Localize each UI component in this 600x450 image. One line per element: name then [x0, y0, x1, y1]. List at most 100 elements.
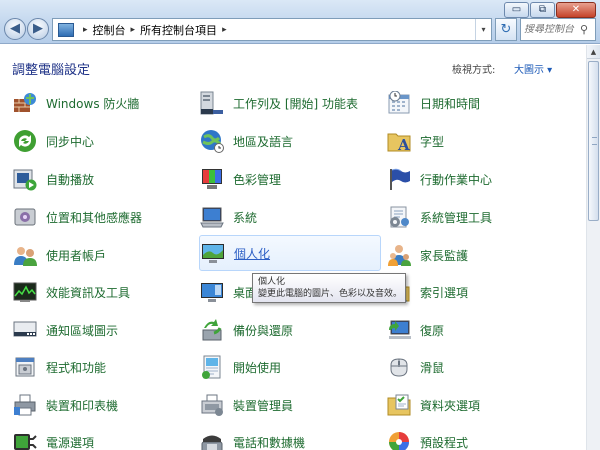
window-chrome: ▭ ⧉ ✕ ◀ ▶ ▾ ▸ 控制台 ▸ 所有控制台項目 ▸ ▾ ↻ ⚲	[0, 0, 600, 44]
autoplay-icon	[13, 167, 37, 191]
search-input[interactable]	[524, 24, 580, 35]
window-controls: ▭ ⧉ ✕	[503, 2, 596, 18]
item-label: 個人化	[234, 246, 271, 261]
item-label: 工作列及 [開始] 功能表	[233, 96, 358, 111]
desktop-gadgets-icon	[200, 280, 224, 304]
item-user-accounts[interactable]: 使用者帳戶	[13, 240, 106, 270]
item-phone-modem[interactable]: 電話和數據機	[200, 427, 305, 450]
item-label: Windows 防火牆	[46, 96, 140, 111]
item-default-programs[interactable]: 預設程式	[387, 427, 468, 450]
item-label: 系統	[233, 210, 258, 225]
item-location-sensors[interactable]: 位置和其他感應器	[13, 202, 142, 232]
user-accounts-icon	[13, 243, 37, 267]
sync-icon	[13, 129, 37, 153]
item-folder-options[interactable]: 資料夾選項	[387, 390, 480, 420]
item-label: 行動作業中心	[420, 172, 493, 187]
tooltip-description: 變更此電腦的圖片、色彩以及音效。	[258, 289, 403, 299]
item-label: 地區及語言	[233, 134, 294, 149]
programs-features-icon	[13, 355, 37, 379]
devices-printers-icon	[13, 393, 37, 417]
mouse-icon	[387, 355, 411, 379]
firewall-icon	[13, 91, 37, 115]
item-system[interactable]: 系統	[200, 202, 257, 232]
item-personalization[interactable]: 個人化	[199, 235, 381, 271]
breadcrumb-separator[interactable]: ▸	[83, 25, 88, 35]
item-windows-firewall[interactable]: Windows 防火牆	[13, 88, 139, 118]
close-button[interactable]: ✕	[556, 2, 596, 18]
item-label: 位置和其他感應器	[46, 210, 143, 225]
item-notification-area[interactable]: 通知區域圖示	[13, 315, 118, 345]
breadcrumb-separator[interactable]: ▸	[131, 25, 136, 35]
item-backup-restore[interactable]: 備份與還原	[200, 315, 293, 345]
maximize-button[interactable]: ⧉	[530, 2, 555, 18]
tooltip-title: 個人化	[258, 277, 286, 287]
address-dropdown-button[interactable]: ▾	[475, 19, 491, 40]
svg-text:A: A	[397, 136, 410, 153]
item-parental-controls[interactable]: 家長監護	[387, 240, 468, 270]
default-programs-icon	[387, 430, 411, 450]
search-icon[interactable]: ⚲	[580, 23, 588, 36]
scroll-thumb[interactable]	[588, 61, 599, 221]
item-recovery[interactable]: 復原	[387, 315, 444, 345]
item-label: 通知區域圖示	[46, 323, 119, 338]
page-title: 調整電腦設定	[12, 63, 91, 78]
taskbar-icon	[200, 91, 224, 115]
color-management-icon	[200, 167, 224, 191]
item-label: 效能資訊及工具	[46, 285, 131, 300]
item-label: 家長監護	[420, 248, 469, 263]
item-region-language[interactable]: 地區及語言	[200, 126, 293, 156]
back-button[interactable]: ◀	[4, 18, 26, 40]
item-color-management[interactable]: 色彩管理	[200, 164, 281, 194]
item-sync-center[interactable]: 同步中心	[13, 126, 94, 156]
forward-button[interactable]: ▶	[27, 18, 49, 40]
phone-modem-icon	[200, 430, 224, 450]
device-manager-icon	[200, 393, 224, 417]
performance-icon	[13, 280, 37, 304]
content-header: 調整電腦設定 檢視方式: 大圖示 ▾	[0, 45, 586, 87]
minimize-button[interactable]: ▭	[504, 2, 529, 18]
scroll-up-button[interactable]: ▲	[587, 45, 600, 59]
item-label: 裝置和印表機	[46, 398, 119, 413]
item-power-options[interactable]: 電源選項	[13, 427, 94, 450]
item-getting-started[interactable]: 開始使用	[200, 352, 281, 382]
item-label: 滑鼠	[420, 360, 445, 375]
refresh-button[interactable]: ↻	[495, 18, 517, 41]
datetime-icon	[387, 90, 411, 115]
system-icon	[200, 205, 224, 229]
breadcrumb-all-items[interactable]: 所有控制台項目	[140, 22, 217, 38]
item-date-time[interactable]: 日期和時間	[387, 88, 480, 118]
item-label: 自動播放	[46, 172, 95, 187]
item-taskbar-start-menu[interactable]: 工作列及 [開始] 功能表	[200, 88, 358, 118]
breadcrumb-control-panel[interactable]: 控制台	[93, 22, 126, 38]
power-options-icon	[13, 430, 37, 450]
item-fonts[interactable]: A 字型	[387, 126, 444, 156]
item-mouse[interactable]: 滑鼠	[387, 352, 444, 382]
item-label: 索引選項	[420, 285, 469, 300]
folder-options-icon	[387, 393, 411, 417]
address-bar[interactable]: ▸ 控制台 ▸ 所有控制台項目 ▸ ▾	[52, 18, 492, 41]
item-programs-features[interactable]: 程式和功能	[13, 352, 106, 382]
item-label: 系統管理工具	[420, 210, 493, 225]
item-admin-tools[interactable]: 系統管理工具	[387, 202, 492, 232]
item-devices-printers[interactable]: 裝置和印表機	[13, 390, 118, 420]
breadcrumb-separator[interactable]: ▸	[222, 25, 227, 35]
view-by-dropdown[interactable]: 大圖示 ▾	[514, 61, 552, 76]
item-label: 資料夾選項	[420, 398, 481, 413]
item-label: 程式和功能	[46, 360, 107, 375]
item-label: 預設程式	[420, 435, 469, 450]
item-performance[interactable]: 效能資訊及工具	[13, 277, 130, 307]
item-desktop-gadgets[interactable]: 桌面	[200, 277, 257, 307]
item-label: 開始使用	[233, 360, 282, 375]
item-label: 電話和數據機	[233, 435, 306, 450]
search-box[interactable]: ⚲	[520, 18, 596, 41]
item-label: 備份與還原	[233, 323, 294, 338]
tooltip: 個人化 變更此電腦的圖片、色彩以及音效。	[252, 273, 406, 303]
control-panel-items: Windows 防火牆 工作列及 [開始] 功能表 日期和時間 同步中心 地區及…	[0, 88, 586, 450]
admin-tools-icon	[387, 205, 411, 229]
item-action-center[interactable]: 行動作業中心	[387, 164, 492, 194]
control-panel-icon	[58, 22, 74, 37]
personalization-icon	[201, 241, 225, 265]
item-device-manager[interactable]: 裝置管理員	[200, 390, 293, 420]
vertical-scrollbar[interactable]: ▲	[586, 45, 600, 450]
item-autoplay[interactable]: 自動播放	[13, 164, 94, 194]
